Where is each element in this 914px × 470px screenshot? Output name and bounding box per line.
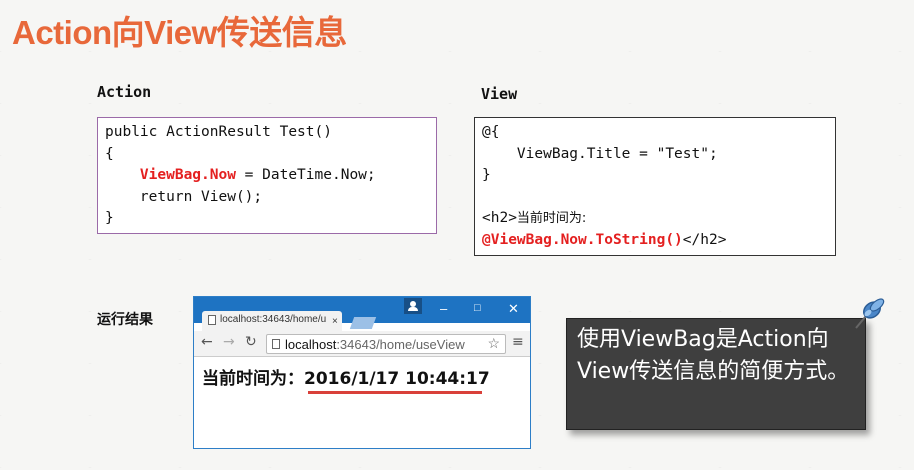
- code-line: }: [482, 167, 491, 183]
- note-text: 使用ViewBag是Action向View传送信息的简便方式。: [577, 327, 850, 384]
- browser-window: – □ ✕ localhost:34643/home/u × ← → ↻ loc…: [193, 296, 531, 449]
- view-label: View: [481, 85, 518, 103]
- user-icon[interactable]: [404, 298, 422, 314]
- forward-icon[interactable]: →: [223, 334, 235, 350]
- code-line: return View();: [105, 188, 263, 205]
- action-code-box: public ActionResult Test() { ViewBag.Now…: [97, 117, 437, 234]
- code-line-cn: 当前时间为:: [516, 211, 587, 226]
- code-line: ViewBag.Title = "Test";: [482, 145, 718, 162]
- menu-icon[interactable]: ≡: [512, 334, 524, 350]
- code-highlight: ViewBag.Now: [139, 167, 236, 183]
- reload-icon[interactable]: ↻: [245, 334, 257, 350]
- document-icon: [208, 315, 216, 325]
- minimize-button[interactable]: –: [440, 301, 447, 316]
- url-host: localhost: [285, 337, 337, 352]
- page-value: 2016/1/17 10:44:17: [304, 369, 490, 389]
- code-line: = DateTime.Now;: [235, 167, 376, 183]
- code-highlight: @ViewBag.Now.ToString(): [482, 231, 683, 248]
- tab-close-icon[interactable]: ×: [332, 316, 338, 327]
- code-line: @{: [482, 124, 500, 140]
- url-path: :34643/home/useView: [336, 337, 465, 352]
- view-code-box: @{ ViewBag.Title = "Test"; } <h2>当前时间为: …: [474, 117, 836, 256]
- code-line: public ActionResult Test(): [105, 124, 332, 140]
- code-line: </h2>: [682, 231, 727, 248]
- note-callout: 使用ViewBag是Action向View传送信息的简便方式。: [566, 318, 866, 430]
- code-line: }: [105, 210, 114, 226]
- page-heading: 当前时间为：2016/1/17 10:44:17: [202, 364, 490, 389]
- close-window-button[interactable]: ✕: [508, 301, 519, 317]
- value-underline: [308, 391, 482, 394]
- back-icon[interactable]: ←: [201, 334, 213, 350]
- slide-title: Action向View传送信息: [12, 14, 347, 51]
- address-bar[interactable]: localhost:34643/home/useView ☆: [266, 334, 506, 354]
- tab-title: localhost:34643/home/u: [220, 314, 327, 325]
- maximize-button[interactable]: □: [474, 302, 481, 314]
- browser-toolbar: ← → ↻ localhost:34643/home/useView ☆ ≡: [194, 331, 530, 357]
- star-icon[interactable]: ☆: [487, 335, 500, 352]
- action-label: Action: [97, 83, 152, 101]
- new-tab-button[interactable]: [349, 317, 377, 329]
- page-label: 当前时间为：: [202, 369, 304, 389]
- push-pin-icon: [855, 298, 885, 329]
- browser-tab[interactable]: localhost:34643/home/u: [202, 311, 342, 331]
- result-label: 运行结果: [97, 312, 153, 328]
- code-line: <h2>: [482, 210, 517, 226]
- code-line: {: [105, 145, 114, 162]
- document-icon: [272, 339, 280, 349]
